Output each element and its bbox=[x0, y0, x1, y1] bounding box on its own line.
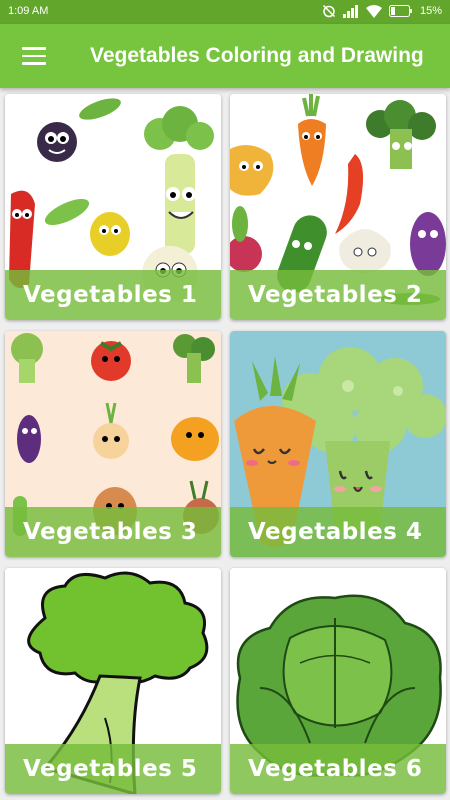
status-bar: 1:09 AM 15% bbox=[0, 0, 450, 24]
vegetable-card-6[interactable]: Vegetables 6 bbox=[230, 568, 446, 794]
vegetable-card-5[interactable]: Vegetables 5 bbox=[5, 568, 221, 794]
vegetable-card-4[interactable]: Vegetables 4 bbox=[230, 331, 446, 557]
vegetable-card-2[interactable]: Vegetables 2 bbox=[230, 94, 446, 320]
battery-icon bbox=[388, 5, 412, 17]
signal-icon bbox=[342, 4, 358, 18]
vegetable-card-3[interactable]: Vegetables 3 bbox=[5, 331, 221, 557]
app-bar: Vegetables Coloring and Drawing bbox=[0, 24, 450, 88]
card-label: Vegetables 3 bbox=[5, 507, 221, 557]
card-label: Vegetables 5 bbox=[5, 744, 221, 794]
card-label: Vegetables 2 bbox=[230, 270, 446, 320]
hamburger-menu-icon bbox=[22, 47, 46, 65]
battery-percent: 15% bbox=[419, 5, 442, 17]
vegetables-grid: Vegetables 1 Vegetables 2 Vegetables 3 V… bbox=[0, 88, 450, 800]
alarm-off-icon bbox=[322, 4, 335, 18]
card-label: Vegetables 6 bbox=[230, 744, 446, 794]
wifi-icon bbox=[365, 4, 382, 18]
vegetable-card-1[interactable]: Vegetables 1 bbox=[5, 94, 221, 320]
status-icons: 15% bbox=[322, 4, 442, 18]
status-time: 1:09 AM bbox=[8, 5, 49, 17]
card-label: Vegetables 1 bbox=[5, 270, 221, 320]
card-label: Vegetables 4 bbox=[230, 507, 446, 557]
page-title: Vegetables Coloring and Drawing bbox=[90, 44, 424, 67]
menu-button[interactable] bbox=[10, 36, 58, 76]
